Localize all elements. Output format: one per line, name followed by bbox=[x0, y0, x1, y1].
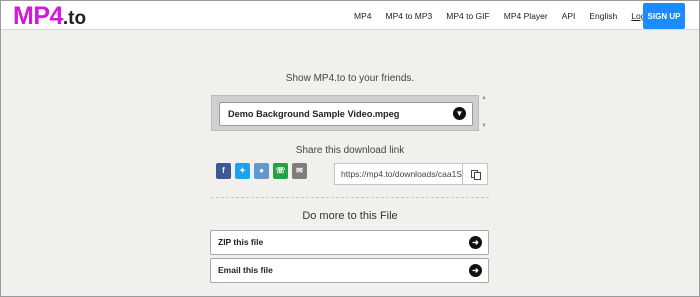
share-link-title: Share this download link bbox=[295, 145, 405, 156]
scroll-up-arrow-icon[interactable]: ▲ bbox=[481, 95, 487, 101]
download-link-input[interactable]: https://mp4.to/downloads/caa1S bbox=[334, 163, 462, 185]
zip-file-button[interactable]: ZIP this file ➜ bbox=[210, 230, 489, 255]
download-file-button[interactable]: Demo Background Sample Video.mpeg ▼ bbox=[219, 102, 473, 126]
email-file-label: Email this file bbox=[218, 265, 273, 275]
signup-button[interactable]: SIGN UP bbox=[643, 3, 685, 29]
download-arrow-icon: ▼ bbox=[453, 107, 466, 120]
scroll-down-arrow-icon[interactable]: ▼ bbox=[481, 123, 487, 129]
zip-file-label: ZIP this file bbox=[218, 237, 264, 247]
arrow-right-icon: ➜ bbox=[469, 236, 482, 249]
navbar: MP4.to MP4 MP4 to MP3 MP4 to GIF MP4 Pla… bbox=[1, 1, 699, 30]
copy-icon-front bbox=[474, 172, 481, 180]
share-headline: Show MP4.to to your friends. bbox=[285, 73, 415, 84]
share-icons: f ✦ ● ☏ ✉ bbox=[216, 163, 311, 179]
nav-link-mp4-to-mp3[interactable]: MP4 to MP3 bbox=[385, 11, 432, 21]
divider bbox=[211, 197, 489, 198]
email-file-button[interactable]: Email this file ➜ bbox=[210, 258, 489, 283]
nav-link-mp4[interactable]: MP4 bbox=[354, 11, 371, 21]
logo-name: MP4 bbox=[13, 2, 63, 30]
file-name: Demo Background Sample Video.mpeg bbox=[228, 109, 400, 119]
facebook-icon[interactable]: f bbox=[216, 163, 231, 179]
whatsapp-icon[interactable]: ☏ bbox=[273, 163, 288, 179]
arrow-right-icon: ➜ bbox=[469, 264, 482, 277]
copy-link-button[interactable] bbox=[462, 163, 488, 185]
nav-link-api[interactable]: API bbox=[562, 11, 576, 21]
logo-ext: .to bbox=[62, 8, 87, 29]
download-panel: Demo Background Sample Video.mpeg ▼ bbox=[211, 95, 479, 131]
logo[interactable]: MP4.to bbox=[13, 2, 86, 31]
nav-links: MP4 MP4 to MP3 MP4 to GIF MP4 Player API… bbox=[354, 1, 666, 30]
nav-link-mp4-player[interactable]: MP4 Player bbox=[504, 11, 548, 21]
nav-link-mp4-to-gif[interactable]: MP4 to GIF bbox=[446, 11, 489, 21]
email-icon[interactable]: ✉ bbox=[292, 163, 307, 179]
twitter-icon[interactable]: ✦ bbox=[235, 163, 250, 179]
language-selector[interactable]: English bbox=[589, 11, 617, 21]
reddit-icon[interactable]: ● bbox=[254, 163, 269, 179]
do-more-title: Do more to this File bbox=[302, 210, 398, 222]
